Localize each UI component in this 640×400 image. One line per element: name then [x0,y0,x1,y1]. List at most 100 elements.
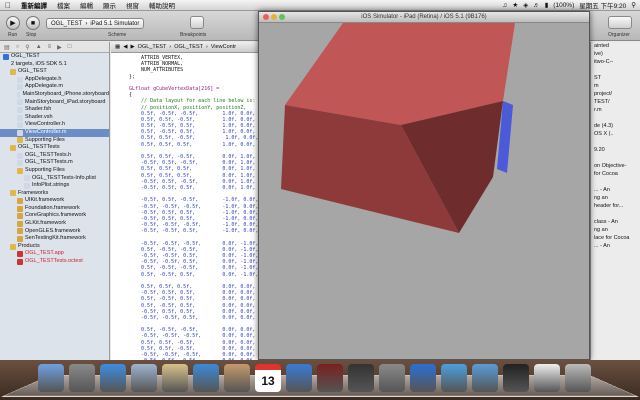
battery-icon[interactable]: ▮ [545,1,549,9]
launchpad-icon[interactable] [69,364,95,392]
navigator-item[interactable]: OGL_TESTTests-Info.plist [0,175,109,183]
app-store-icon[interactable] [100,364,126,392]
navigator-item[interactable]: SenTestingKit.framework [0,235,109,243]
folder-icon [10,68,16,75]
log-icon[interactable]: □ [68,44,72,50]
mail-icon[interactable] [131,364,157,392]
warning-icon[interactable]: ▲ [36,44,42,50]
trash-icon[interactable] [565,364,591,392]
navigator-item[interactable]: CoreGraphics.framework [0,212,109,220]
symbol-icon[interactable]: ○ [16,44,20,50]
search-icon[interactable]: ⚲ [25,44,29,51]
forward-icon[interactable]: ▶ [130,44,134,50]
contacts-icon[interactable] [224,364,250,392]
photo-icon[interactable] [162,364,188,392]
navigator-item[interactable]: Frameworks [0,190,109,198]
navigator-item[interactable]: OGL_TEST.app [0,250,109,258]
minimize-button[interactable] [271,14,277,20]
volume-icon[interactable]: ♫ [503,2,508,9]
itunes-icon[interactable] [286,364,312,392]
menu-item-edit[interactable]: 編輯 [75,0,98,10]
utility-row: ainted [594,43,609,49]
navigator-item[interactable]: ViewController.h [0,121,109,129]
simulator-icon[interactable] [472,364,498,392]
finder-icon[interactable] [38,364,64,392]
navigator-item[interactable]: OGL_TESTTests.h [0,152,109,160]
navigator-item[interactable]: MainStoryboard_iPad.storyboard [0,99,109,107]
terminal-icon[interactable] [503,364,529,392]
safari-icon[interactable] [193,364,219,392]
project-navigator: ▤ ○ ⚲ ▲ ≡ ▶ □ OGL_TEST 2 targets, iOS SDK… [0,42,110,360]
navigator-item[interactable]: Shader.vsh [0,114,109,122]
photo-booth-icon[interactable] [348,364,374,392]
utility-row: ... - An [594,187,610,193]
system-preferences-icon[interactable] [379,364,405,392]
navigator-item-label: 2 targets, iOS SDK 5.1 [11,60,67,67]
source-editor[interactable]: ATTRIB_VERTEX, ATTRIB_NORMAL, NUM_ATTRIB… [111,53,260,360]
movie-icon[interactable] [317,364,343,392]
navigator-item[interactable]: InfoPlist.strings [0,182,109,190]
utility-row [591,66,640,74]
code-line: 0.5f, -0.5f, -0.5f, 0.0f, -1.0f, [129,265,259,272]
menu-item-help[interactable]: 輔助說明 [144,0,180,10]
navigator-item[interactable]: AppDelegate.h [0,76,109,84]
organizer-button[interactable] [608,16,632,29]
bluetooth-icon[interactable]: ★ [512,1,518,9]
navigator-item-label: OGL_TESTTests-Info.plist [32,174,96,181]
simulator-title-bar[interactable]: iOS Simulator - iPad (Retina) / iOS 5.1 … [259,12,589,23]
navigator-item[interactable]: Supporting Files [0,167,109,175]
jump-crumb-group[interactable]: OGL_TEST [174,44,203,50]
framework-icon [17,220,23,227]
close-button[interactable] [263,14,269,20]
navigator-item-label: MainStoryboard_iPad.storyboard [25,98,106,105]
sound-icon[interactable]: ♬ [533,2,540,9]
navigator-item[interactable]: MainStoryboard_iPhone.storyboard [0,91,109,99]
folder-icon[interactable]: ▤ [4,44,10,51]
scheme-selector[interactable]: OGL_TEST › iPad 5.1 Simulator [46,18,145,29]
zoom-button[interactable] [279,14,285,20]
navigator-item[interactable]: ViewController.m [0,128,109,137]
breakpoint-icon[interactable]: ▶ [57,44,62,51]
navigator-item[interactable]: Supporting Files [0,137,109,145]
related-files-icon[interactable]: ▦ [115,44,120,50]
jump-crumb-project[interactable]: OGL_TEST [138,44,167,50]
navigator-item[interactable]: Shader.fsh [0,106,109,114]
utility-row [591,178,640,186]
navigator-item[interactable]: OGL_TESTTests.octest [0,258,109,266]
menu-item-view[interactable]: 顯示 [98,0,121,10]
navigator-item-label: AppDelegate.h [25,75,62,82]
jump-crumb-file[interactable]: ViewContr [211,44,236,50]
navigator-item[interactable]: Products [0,243,109,251]
debug-icon[interactable]: ≡ [48,44,52,50]
wifi-icon[interactable]: ◈ [523,1,528,9]
navigator-item[interactable]: OGL_TESTTests.m [0,159,109,167]
spotlight-icon[interactable]: ⚲ [631,1,636,9]
project-icon [3,53,9,60]
calendar-icon[interactable]: 13 [255,364,281,392]
navigator-item[interactable]: OGL_TEST [0,68,109,76]
navigator-item[interactable]: GLKit.framework [0,220,109,228]
menu-item-window[interactable]: 視窗 [121,0,144,10]
navigator-item[interactable]: OGL_TEST [0,53,109,61]
back-icon[interactable]: ◀ [123,44,127,50]
navigator-item[interactable]: OpenGLES.framework [0,228,109,236]
breakpoints-button[interactable] [190,16,204,29]
menu-item-app[interactable]: 重新編譯 [16,0,52,10]
navigator-item[interactable]: AppDelegate.m [0,83,109,91]
document-icon[interactable] [534,364,560,392]
menu-clock[interactable]: 星期五 下午9:20 [579,0,626,10]
framework-icon [17,228,23,235]
simulator-screen[interactable] [259,23,589,359]
navigator-item[interactable]: UIKit.framework [0,197,109,205]
chevron-right-icon: › [205,44,208,50]
menu-item-file[interactable]: 檔案 [52,0,75,10]
navigator-item[interactable]: 2 targets, iOS SDK 5.1 [0,61,109,69]
navigator-item[interactable]: OGL_TESTTests [0,144,109,152]
instruments-icon[interactable] [441,364,467,392]
navigator-item[interactable]: Foundation.framework [0,205,109,213]
utility-row: TEST/ [594,99,610,105]
run-button[interactable]: ▶ [6,16,20,30]
apple-menu-icon[interactable]:  [0,1,16,10]
stop-button[interactable]: ■ [26,16,40,30]
xcode-icon[interactable] [410,364,436,392]
